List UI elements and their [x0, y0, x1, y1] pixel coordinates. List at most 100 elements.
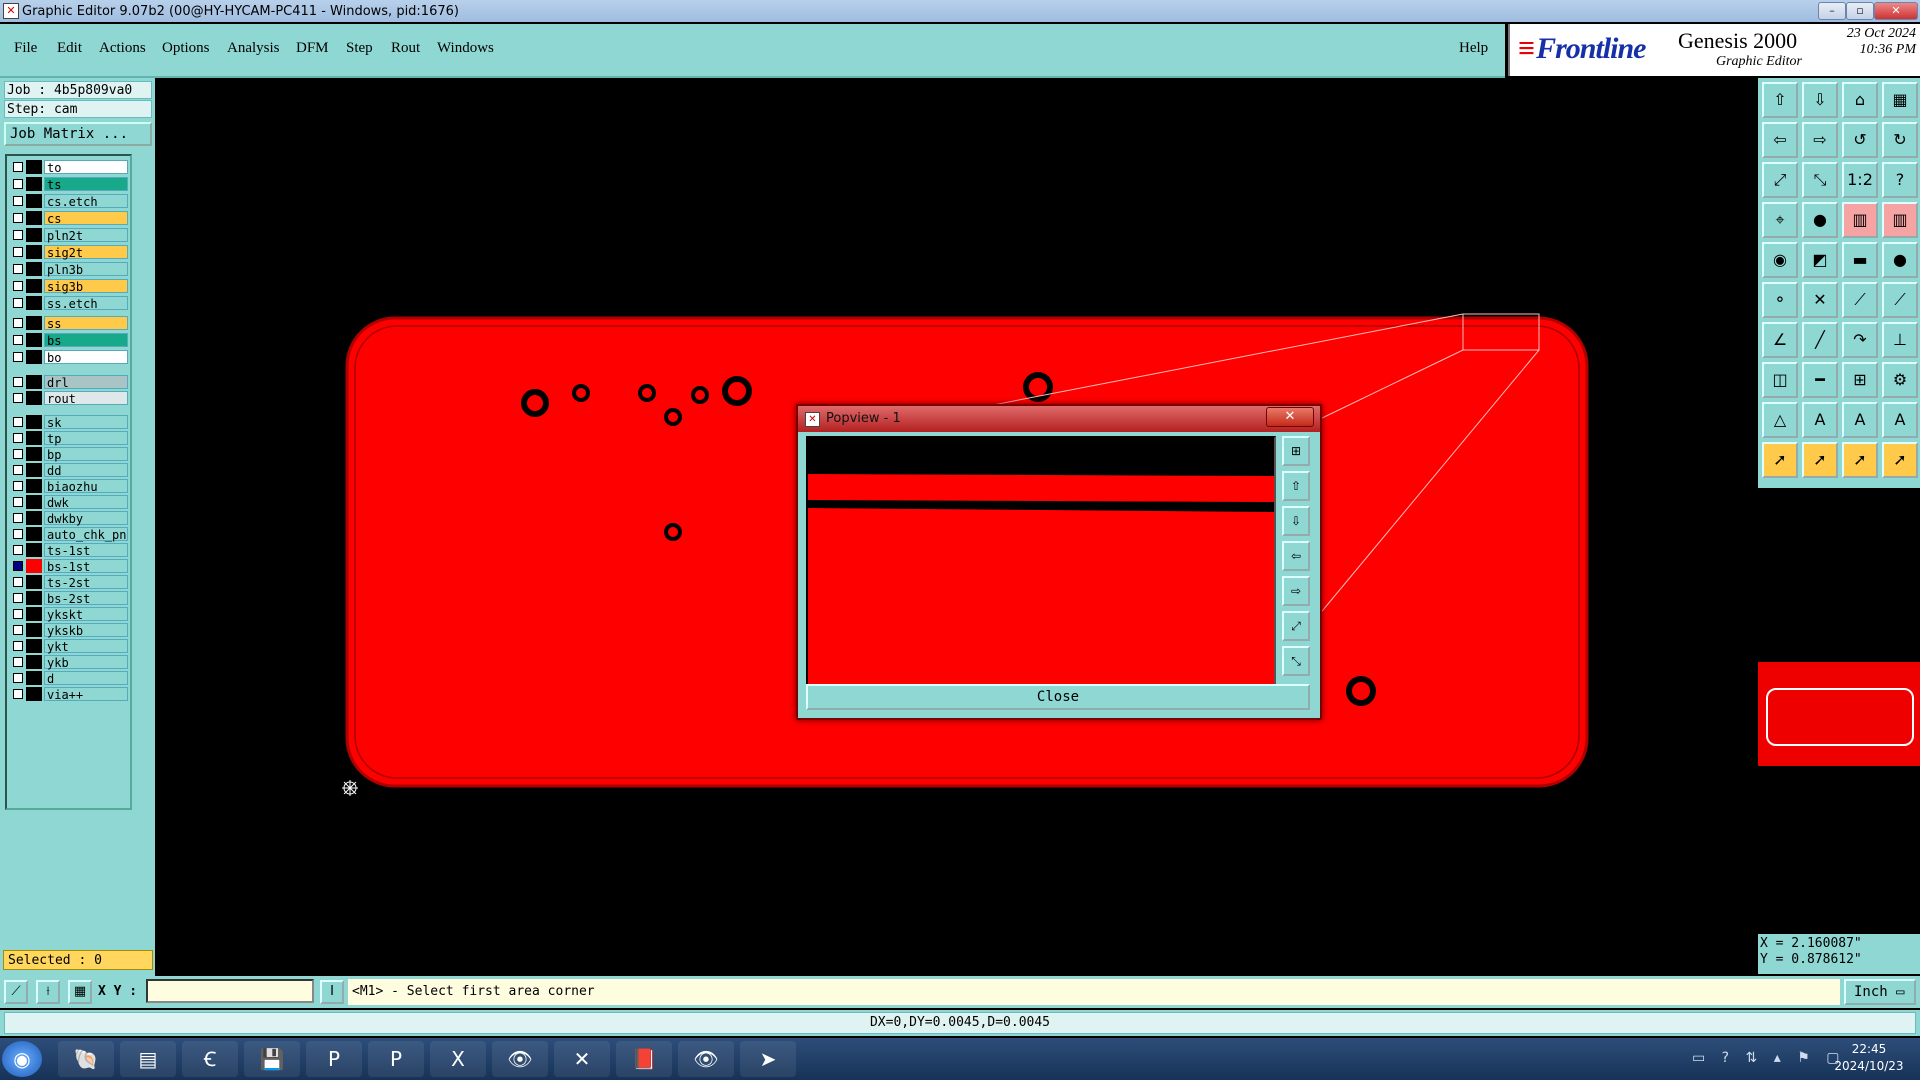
layer-color-swatch[interactable] [26, 511, 42, 525]
layer-checkbox[interactable] [13, 162, 23, 172]
layer-label[interactable]: bo [44, 350, 128, 365]
layer-label[interactable]: ykskt [44, 607, 128, 622]
layer-color-swatch[interactable] [26, 559, 42, 573]
layer-item[interactable]: drl [9, 375, 128, 390]
layer-checkbox[interactable] [13, 481, 23, 491]
layer-color-swatch[interactable] [26, 575, 42, 589]
measure-mode-button[interactable]: ⟊ [36, 980, 60, 1004]
toolbox-tool-button[interactable]: ⌂ [1842, 82, 1878, 118]
menu-edit[interactable]: Edit [57, 40, 82, 57]
toolbox-tool-button[interactable]: ⊞ [1842, 362, 1878, 398]
layer-color-swatch[interactable] [26, 639, 42, 653]
toolbox-tool-button[interactable]: ✕ [1802, 282, 1838, 318]
layer-color-swatch[interactable] [26, 194, 42, 208]
toolbox-tool-button[interactable]: ∠ [1762, 322, 1798, 358]
layer-label[interactable]: bp [44, 447, 128, 462]
menu-actions[interactable]: Actions [99, 40, 146, 57]
layer-color-swatch[interactable] [26, 279, 42, 293]
layer-color-swatch[interactable] [26, 262, 42, 276]
layer-label[interactable]: rout [44, 391, 128, 406]
start-button[interactable]: ◉ [2, 1041, 42, 1077]
layer-color-swatch[interactable] [26, 316, 42, 330]
toolbox-tool-button[interactable]: ➚ [1842, 442, 1878, 478]
minimize-button[interactable]: – [1818, 2, 1846, 20]
toolbox-tool-button[interactable]: ⇩ [1802, 82, 1838, 118]
toolbox-tool-button[interactable]: 1:2 [1842, 162, 1878, 198]
layer-checkbox[interactable] [13, 609, 23, 619]
layer-item[interactable]: tp [9, 431, 128, 446]
layer-checkbox[interactable] [13, 673, 23, 683]
layer-label[interactable]: ts-2st [44, 575, 128, 590]
maximize-button[interactable]: ▫ [1846, 2, 1874, 20]
layer-item[interactable]: bs-2st [9, 591, 128, 606]
taskbar-app-button[interactable]: ➤ [740, 1041, 796, 1077]
layer-checkbox[interactable] [13, 433, 23, 443]
xy-input[interactable] [146, 979, 314, 1003]
menu-step[interactable]: Step [346, 40, 373, 57]
taskbar-app-button[interactable]: 💾 [244, 1041, 300, 1077]
taskbar-app-button[interactable]: ▤ [120, 1041, 176, 1077]
popview-fit-button[interactable]: ⊞ [1282, 436, 1310, 466]
layer-item[interactable]: pln3b [9, 262, 128, 277]
layer-checkbox[interactable] [13, 513, 23, 523]
layer-label[interactable]: d [44, 671, 128, 686]
layer-checkbox[interactable] [13, 213, 23, 223]
toolbox-tool-button[interactable]: ➚ [1882, 442, 1918, 478]
toolbox-tool-button[interactable]: ⌖ [1762, 202, 1798, 238]
toolbox-tool-button[interactable]: ━ [1802, 362, 1838, 398]
layer-label[interactable]: sig2t [44, 245, 128, 260]
overview-map[interactable] [1758, 662, 1920, 766]
layer-checkbox[interactable] [13, 318, 23, 328]
layer-color-swatch[interactable] [26, 431, 42, 445]
toolbox-tool-button[interactable]: ╱ [1802, 322, 1838, 358]
toolbox-tool-button[interactable]: ⇨ [1802, 122, 1838, 158]
layer-color-swatch[interactable] [26, 463, 42, 477]
popview-close-icon[interactable]: ✕ [1266, 407, 1314, 427]
toolbox-tool-button[interactable]: ● [1802, 202, 1838, 238]
layer-checkbox[interactable] [13, 497, 23, 507]
layer-color-swatch[interactable] [26, 607, 42, 621]
toolbox-tool-button[interactable]: ⤡ [1802, 162, 1838, 198]
layer-color-swatch[interactable] [26, 479, 42, 493]
layer-label[interactable]: pln3b [44, 262, 128, 277]
popview-zoom-out-button[interactable]: ⤡ [1282, 646, 1310, 676]
layer-color-swatch[interactable] [26, 245, 42, 259]
layer-item[interactable]: dwkby [9, 511, 128, 526]
layer-label[interactable]: sig3b [44, 279, 128, 294]
toolbox-tool-button[interactable]: ↻ [1882, 122, 1918, 158]
layer-checkbox[interactable] [13, 335, 23, 345]
layer-item[interactable]: to [9, 160, 128, 175]
popview-zoom-in-button[interactable]: ⤢ [1282, 611, 1310, 641]
layer-color-swatch[interactable] [26, 391, 42, 405]
popview-viewport[interactable] [806, 436, 1276, 686]
taskbar-clock[interactable]: 22:45 2024/10/23 [1822, 1041, 1916, 1075]
taskbar-app-button[interactable]: X [430, 1041, 486, 1077]
layer-checkbox[interactable] [13, 196, 23, 206]
layer-item[interactable]: ykt [9, 639, 128, 654]
layer-color-swatch[interactable] [26, 296, 42, 310]
popview-pan-right-button[interactable]: ⇨ [1282, 576, 1310, 606]
popview-drawing[interactable] [808, 438, 1274, 684]
layer-checkbox[interactable] [13, 625, 23, 635]
menu-dfm[interactable]: DFM [296, 40, 329, 57]
taskbar-app-button[interactable]: 👁 [678, 1041, 734, 1077]
layer-item[interactable]: sig2t [9, 245, 128, 260]
popview-titlebar[interactable]: ✕ Popview - 1 ✕ [798, 406, 1320, 432]
layer-item[interactable]: sig3b [9, 279, 128, 294]
layer-item[interactable]: ts [9, 177, 128, 192]
layer-label[interactable]: dd [44, 463, 128, 478]
popview-pan-left-button[interactable]: ⇦ [1282, 541, 1310, 571]
layer-label[interactable]: ts [44, 177, 128, 192]
menu-options[interactable]: Options [162, 40, 210, 57]
popview-close-button[interactable]: Close [806, 684, 1310, 710]
toolbox-tool-button[interactable]: ⟋ [1882, 282, 1918, 318]
layer-color-swatch[interactable] [26, 415, 42, 429]
layer-item[interactable]: bs [9, 333, 128, 348]
layer-color-swatch[interactable] [26, 350, 42, 364]
popview-pan-up-button[interactable]: ⇧ [1282, 471, 1310, 501]
layer-item[interactable]: ykb [9, 655, 128, 670]
popview-pan-down-button[interactable]: ⇩ [1282, 506, 1310, 536]
layer-item[interactable]: via++ [9, 687, 128, 702]
layer-color-swatch[interactable] [26, 333, 42, 347]
taskbar-app-button[interactable]: 📕 [616, 1041, 672, 1077]
